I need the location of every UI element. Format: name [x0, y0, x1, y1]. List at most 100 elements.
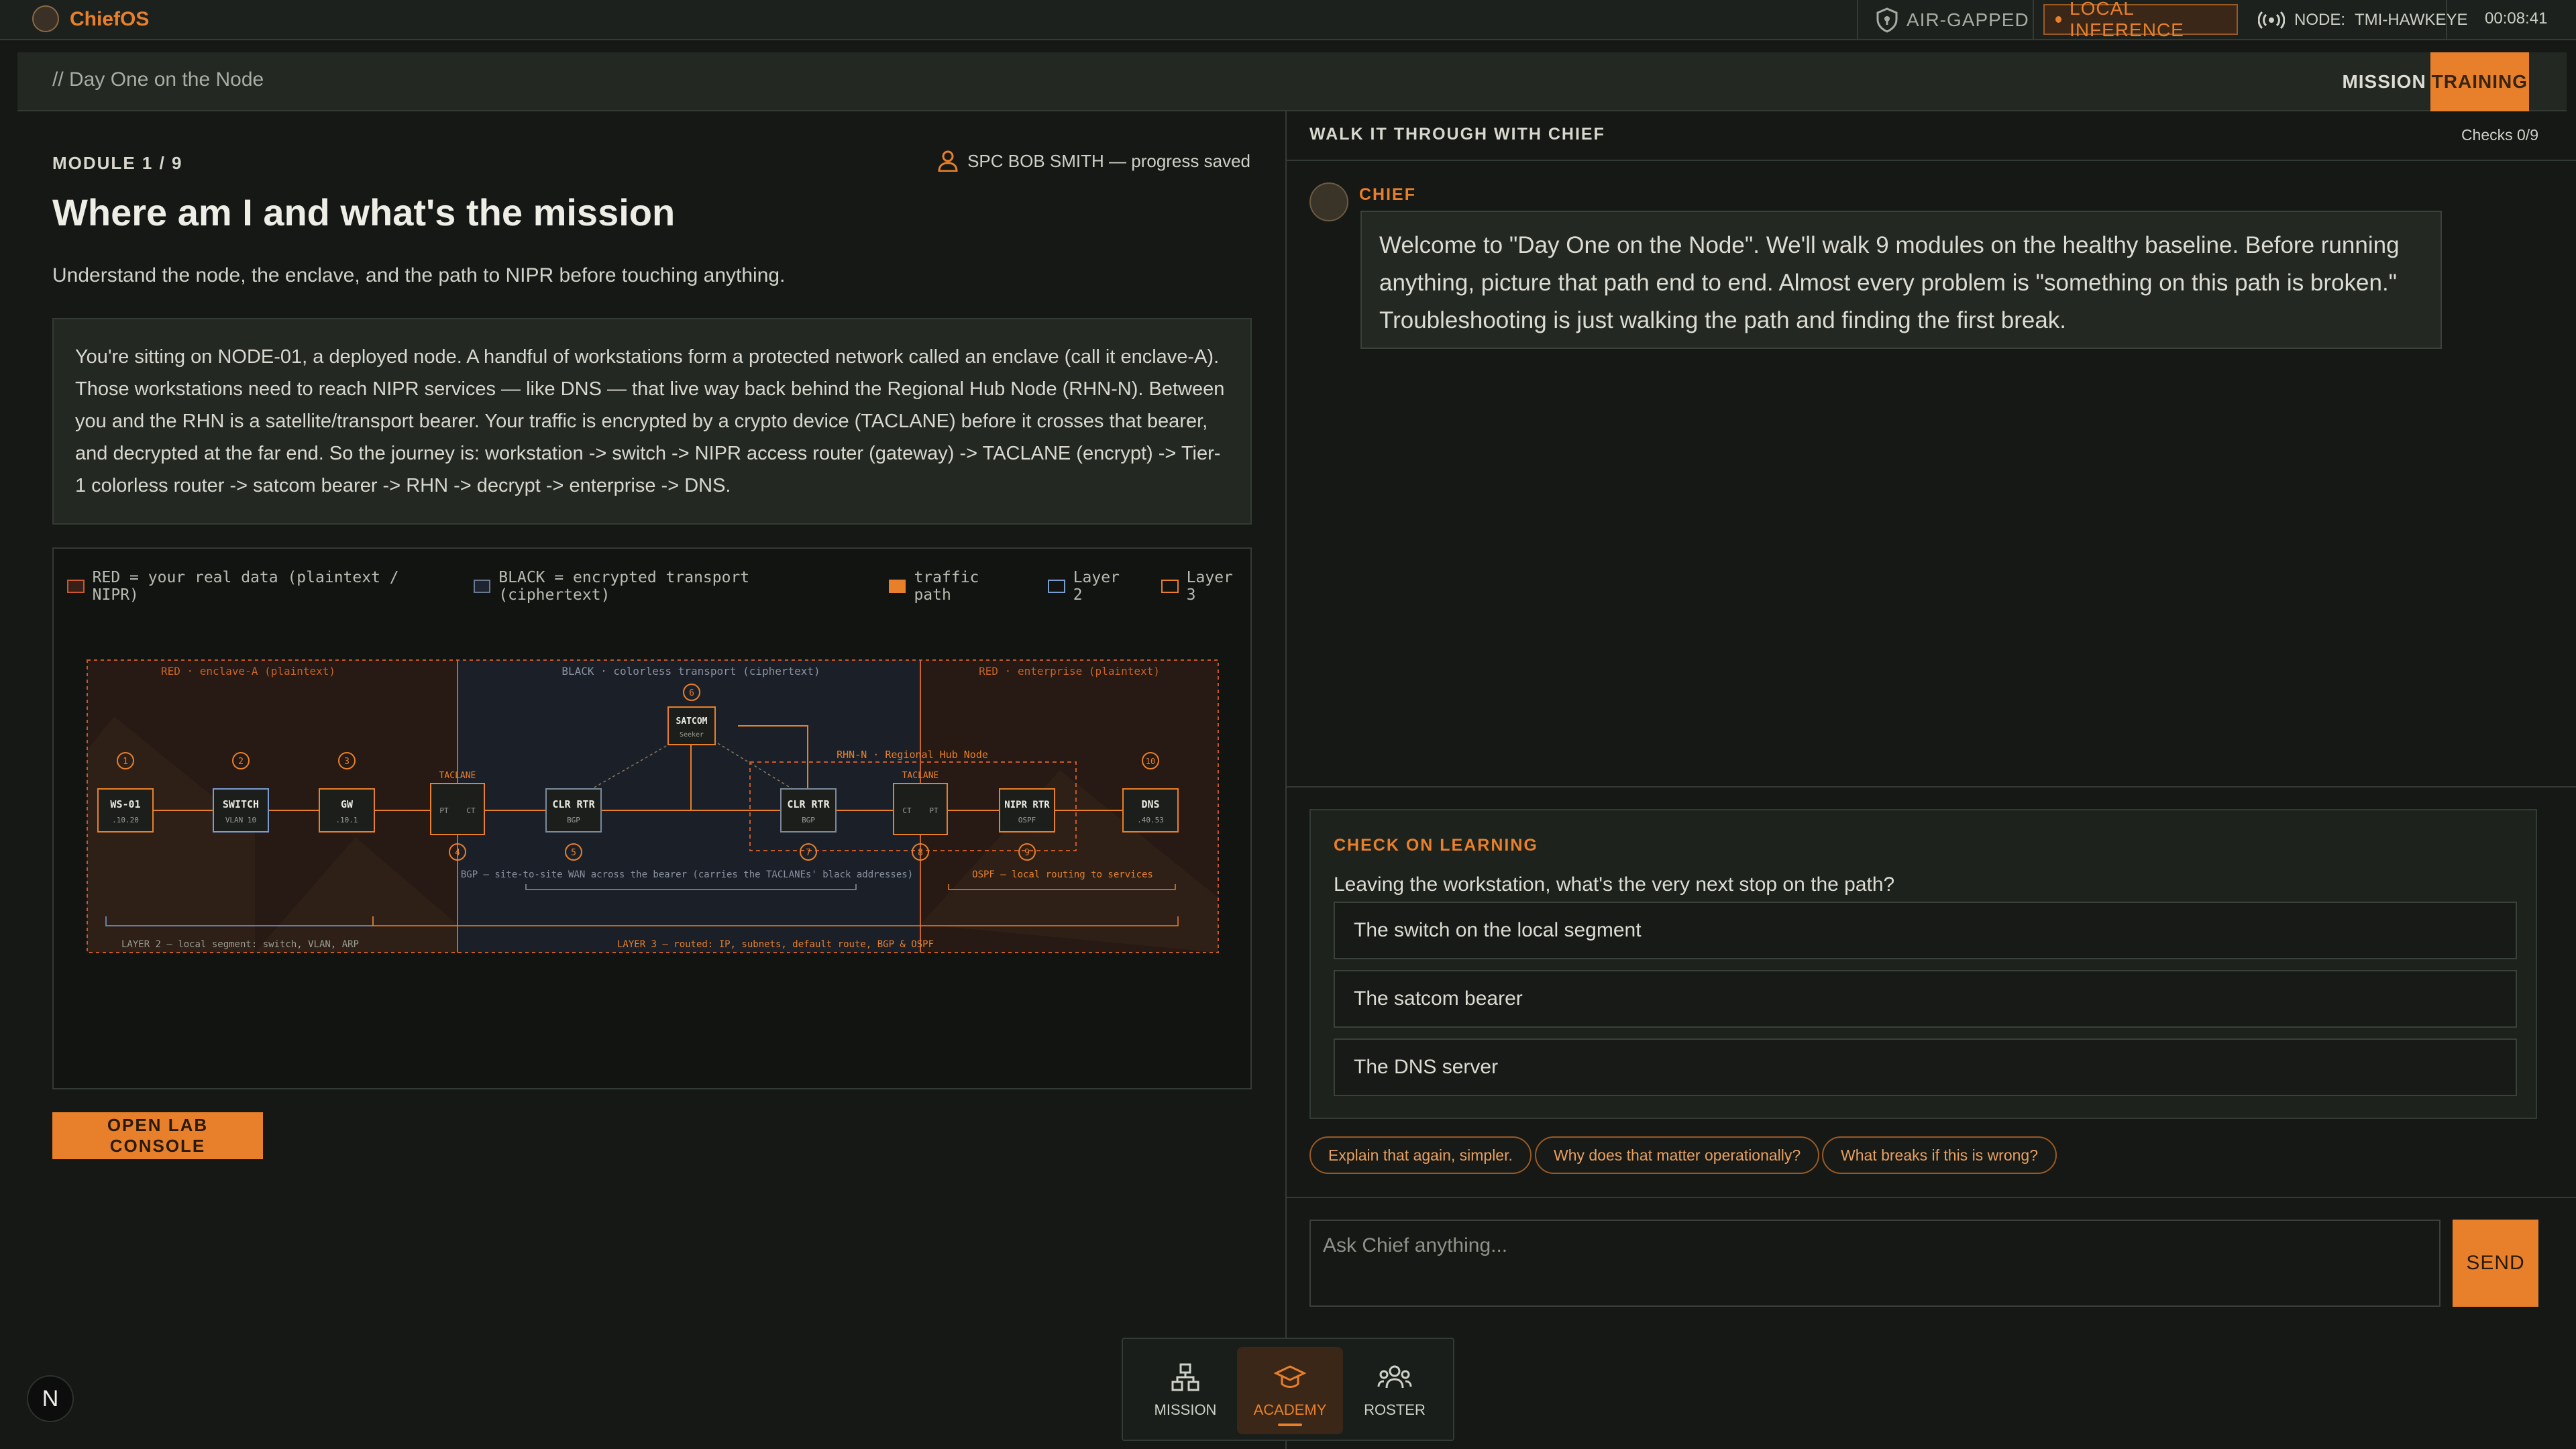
dock-item-roster[interactable]: ROSTER — [1342, 1347, 1448, 1434]
node-sub: .10.1 — [335, 816, 358, 824]
dock-item-academy[interactable]: ACADEMY — [1237, 1347, 1343, 1434]
chiefos-logo-icon — [32, 5, 59, 32]
lesson-panel: MODULE 1 / 9 SPC BOB SMITH — progress sa… — [0, 111, 1285, 1449]
send-button[interactable]: SEND — [2453, 1220, 2538, 1307]
chief-avatar-icon — [1309, 182, 1348, 221]
air-gapped-status: AIR-GAPPED — [1876, 5, 2029, 35]
user-progress-label: SPC BOB SMITH — progress saved — [967, 150, 1250, 171]
step-number: 1 — [123, 757, 128, 767]
node-sub: BGP — [802, 816, 815, 824]
divider — [1287, 160, 2576, 161]
ask-chief-input[interactable] — [1309, 1220, 2440, 1307]
step-number: 7 — [806, 848, 811, 858]
dock-label: ROSTER — [1364, 1401, 1426, 1418]
path-diagram-svg: RED · enclave-A (plaintext) BLACK · colo… — [87, 659, 1219, 953]
quiz-header: CHECK ON LEARNING — [1334, 836, 1538, 855]
step-number: 10 — [1146, 757, 1155, 766]
air-gapped-label: AIR-GAPPED — [1907, 9, 2029, 30]
status-dot-icon — [2055, 16, 2062, 23]
dock-label: ACADEMY — [1253, 1401, 1327, 1418]
node-box — [893, 783, 948, 835]
divider — [1857, 0, 1858, 40]
local-inference-label: LOCAL INFERENCE — [2070, 0, 2184, 40]
dock-label: MISSION — [1154, 1401, 1217, 1418]
node-name: CLR RTR — [787, 798, 830, 810]
page-title: Where am I and what's the mission — [52, 191, 676, 233]
node-ct: CT — [466, 806, 476, 815]
ospf-annotation: OSPF — local routing to services — [972, 869, 1153, 880]
node-name: TACLANE — [439, 771, 476, 781]
node-name: CLR RTR — [552, 798, 595, 810]
layer3-annotation: LAYER 3 — routed: IP, subnets, default r… — [617, 939, 934, 950]
zone-label-red-a: RED · enclave-A (plaintext) — [161, 665, 335, 678]
tab-mission[interactable]: MISSION — [2338, 52, 2430, 111]
node-name: SWITCH — [223, 798, 259, 810]
dock-item-mission[interactable]: MISSION — [1132, 1347, 1238, 1434]
node-id: NODE: TMI-HAWKEYE — [2258, 7, 2467, 34]
brand-name: ChiefOS — [70, 8, 150, 30]
node-box — [999, 788, 1055, 833]
node-sub: OSPF — [1018, 816, 1036, 824]
breadcrumb-bar: // Day One on the Node MISSION TRAINING — [17, 52, 2567, 111]
chief-name: CHIEF — [1359, 185, 1416, 204]
step-number: 2 — [238, 757, 244, 767]
zone-label-rhn: RHN-N · Regional Hub Node — [837, 749, 988, 761]
node-box — [430, 783, 485, 835]
step-number: 5 — [571, 848, 576, 858]
step-number: 3 — [344, 757, 350, 767]
step-number: 6 — [689, 688, 694, 698]
zone-label-black: BLACK · colorless transport (ciphertext) — [561, 665, 820, 678]
step-number: 4 — [455, 848, 460, 858]
mission-briefing: You're sitting on NODE-01, a deployed no… — [52, 318, 1252, 525]
user-icon — [938, 150, 958, 172]
session-clock: 00:08:41 — [2485, 9, 2548, 28]
user-progress: SPC BOB SMITH — progress saved — [938, 150, 1250, 172]
people-icon — [1377, 1365, 1412, 1389]
module-number: MODULE 1 / 9 — [52, 153, 183, 173]
top-bar: ChiefOS AIR-GAPPED LOCAL INFERENCE NODE:… — [0, 0, 2576, 40]
node-box — [1122, 788, 1179, 833]
divider — [1287, 1197, 2576, 1198]
node-pt: PT — [439, 806, 449, 815]
node-sub: Seeker — [680, 731, 704, 739]
bgp-annotation: BGP — site-to-site WAN across the bearer… — [461, 869, 913, 880]
divider — [1287, 786, 2576, 788]
quiz-option[interactable]: The DNS server — [1334, 1038, 2517, 1096]
breadcrumb: // Day One on the Node — [52, 68, 264, 91]
tab-training[interactable]: TRAINING — [2430, 52, 2529, 111]
node-name: SATCOM — [676, 716, 708, 727]
suggestion-chip-simpler[interactable]: Explain that again, simpler. — [1309, 1136, 1532, 1174]
graduation-cap-icon — [1274, 1365, 1306, 1388]
node-box — [213, 788, 269, 833]
layer2-annotation: LAYER 2 — local segment: switch, VLAN, A… — [121, 939, 359, 950]
check-on-learning-card: CHECK ON LEARNING Leaving the workstatio… — [1309, 809, 2537, 1119]
node-label: NODE: — [2294, 11, 2346, 29]
chief-chat-panel: WALK IT THROUGH WITH CHIEF Checks 0/9 CH… — [1285, 111, 2576, 1449]
node-name: NIPR RTR — [1004, 800, 1050, 810]
checks-counter: Checks 0/9 — [2461, 126, 2538, 144]
zone-black-transport — [458, 660, 920, 953]
local-inference-badge: LOCAL INFERENCE — [2043, 0, 2238, 40]
node-pt: PT — [929, 806, 938, 815]
zone-label-red-e: RED · enterprise (plaintext) — [979, 665, 1160, 678]
shield-icon — [1876, 7, 1898, 33]
suggestion-chip-breaks[interactable]: What breaks if this is wrong? — [1822, 1136, 2057, 1174]
node-name: TACLANE — [902, 771, 939, 781]
node-ct: CT — [902, 806, 912, 815]
suggestion-chip-operational[interactable]: Why does that matter operationally? — [1535, 1136, 1820, 1174]
open-lab-console-button[interactable]: OPEN LAB CONSOLE — [52, 1112, 263, 1159]
quiz-option[interactable]: The switch on the local segment — [1334, 902, 2517, 959]
page-subtitle: Understand the node, the enclave, and th… — [52, 264, 786, 286]
mode-tabs: MISSION TRAINING — [2338, 52, 2529, 111]
node-sub: .10.20 — [112, 816, 139, 824]
step-number: 9 — [1024, 848, 1030, 858]
network-icon — [1171, 1363, 1199, 1391]
app-badge[interactable]: N — [27, 1375, 74, 1422]
chat-header: WALK IT THROUGH WITH CHIEF — [1309, 125, 1605, 144]
node-name: GW — [341, 798, 354, 810]
chief-message: Welcome to "Day One on the Node". We'll … — [1360, 211, 2442, 349]
node-sub: .40.53 — [1137, 816, 1164, 824]
quiz-option[interactable]: The satcom bearer — [1334, 970, 2517, 1028]
divider — [2033, 0, 2034, 40]
node-name: WS-01 — [110, 798, 140, 810]
